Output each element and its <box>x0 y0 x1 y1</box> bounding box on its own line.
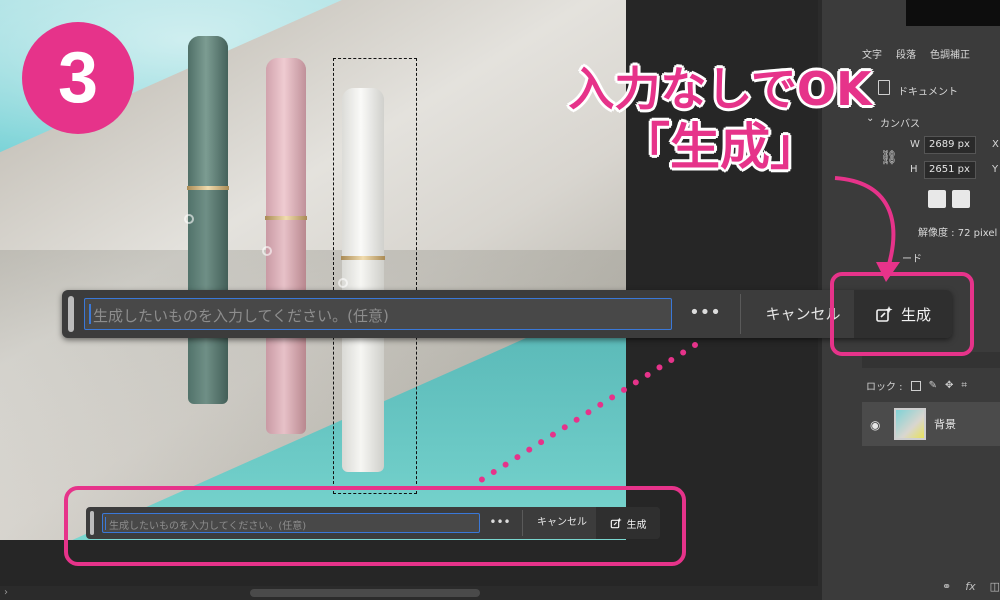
callout-text: 入力なしでOK 「生成」 <box>540 62 900 177</box>
arrow-head-icon <box>876 262 900 282</box>
callout-line2: 「生成」 <box>620 118 820 177</box>
dotted-connector <box>475 342 698 485</box>
callout-line1: 入力なしでOK <box>568 62 872 116</box>
curved-arrow <box>834 176 896 269</box>
